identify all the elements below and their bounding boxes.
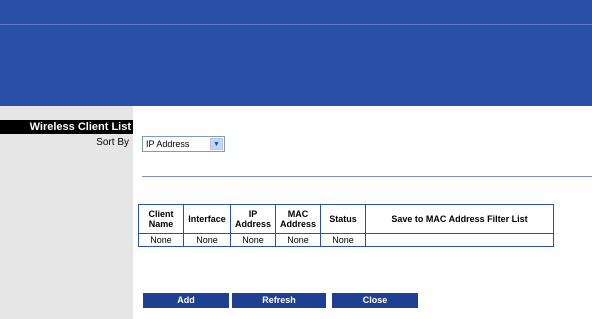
chevron-down-icon[interactable]: ▼ [210,138,223,150]
header-divider [0,24,592,25]
refresh-button[interactable]: Refresh [232,293,326,308]
close-button[interactable]: Close [332,293,418,308]
sort-by-select[interactable]: IP Address ▼ [142,136,225,152]
cell-status: None [320,233,366,247]
sort-by-value: IP Address [146,139,190,149]
table-row: None None None None None [138,233,554,247]
table-header-row: Client Name Interface IP Address MAC Add… [138,204,554,234]
col-ip-address: IP Address [230,204,276,234]
cell-mac-address: None [275,233,321,247]
sidebar-title: Wireless Client List [29,121,131,133]
col-status: Status [320,204,366,234]
header-banner [0,0,592,106]
sidebar: Wireless Client List Sort By [0,106,133,319]
col-save-to-filter: Save to MAC Address Filter List [365,204,554,234]
client-table: Client Name Interface IP Address MAC Add… [138,204,554,247]
sidebar-title-bar: Wireless Client List [0,120,133,134]
add-button[interactable]: Add [143,293,229,308]
sort-by-label: Sort By [96,137,129,148]
col-interface: Interface [183,204,231,234]
section-divider [142,176,592,177]
col-mac-address: MAC Address [275,204,321,234]
cell-interface: None [183,233,231,247]
cell-client-name: None [138,233,184,247]
cell-save-to-filter[interactable] [365,233,554,247]
main-content: IP Address ▼ Client Name Interface IP Ad… [133,106,592,319]
cell-ip-address: None [230,233,276,247]
col-client-name: Client Name [138,204,184,234]
